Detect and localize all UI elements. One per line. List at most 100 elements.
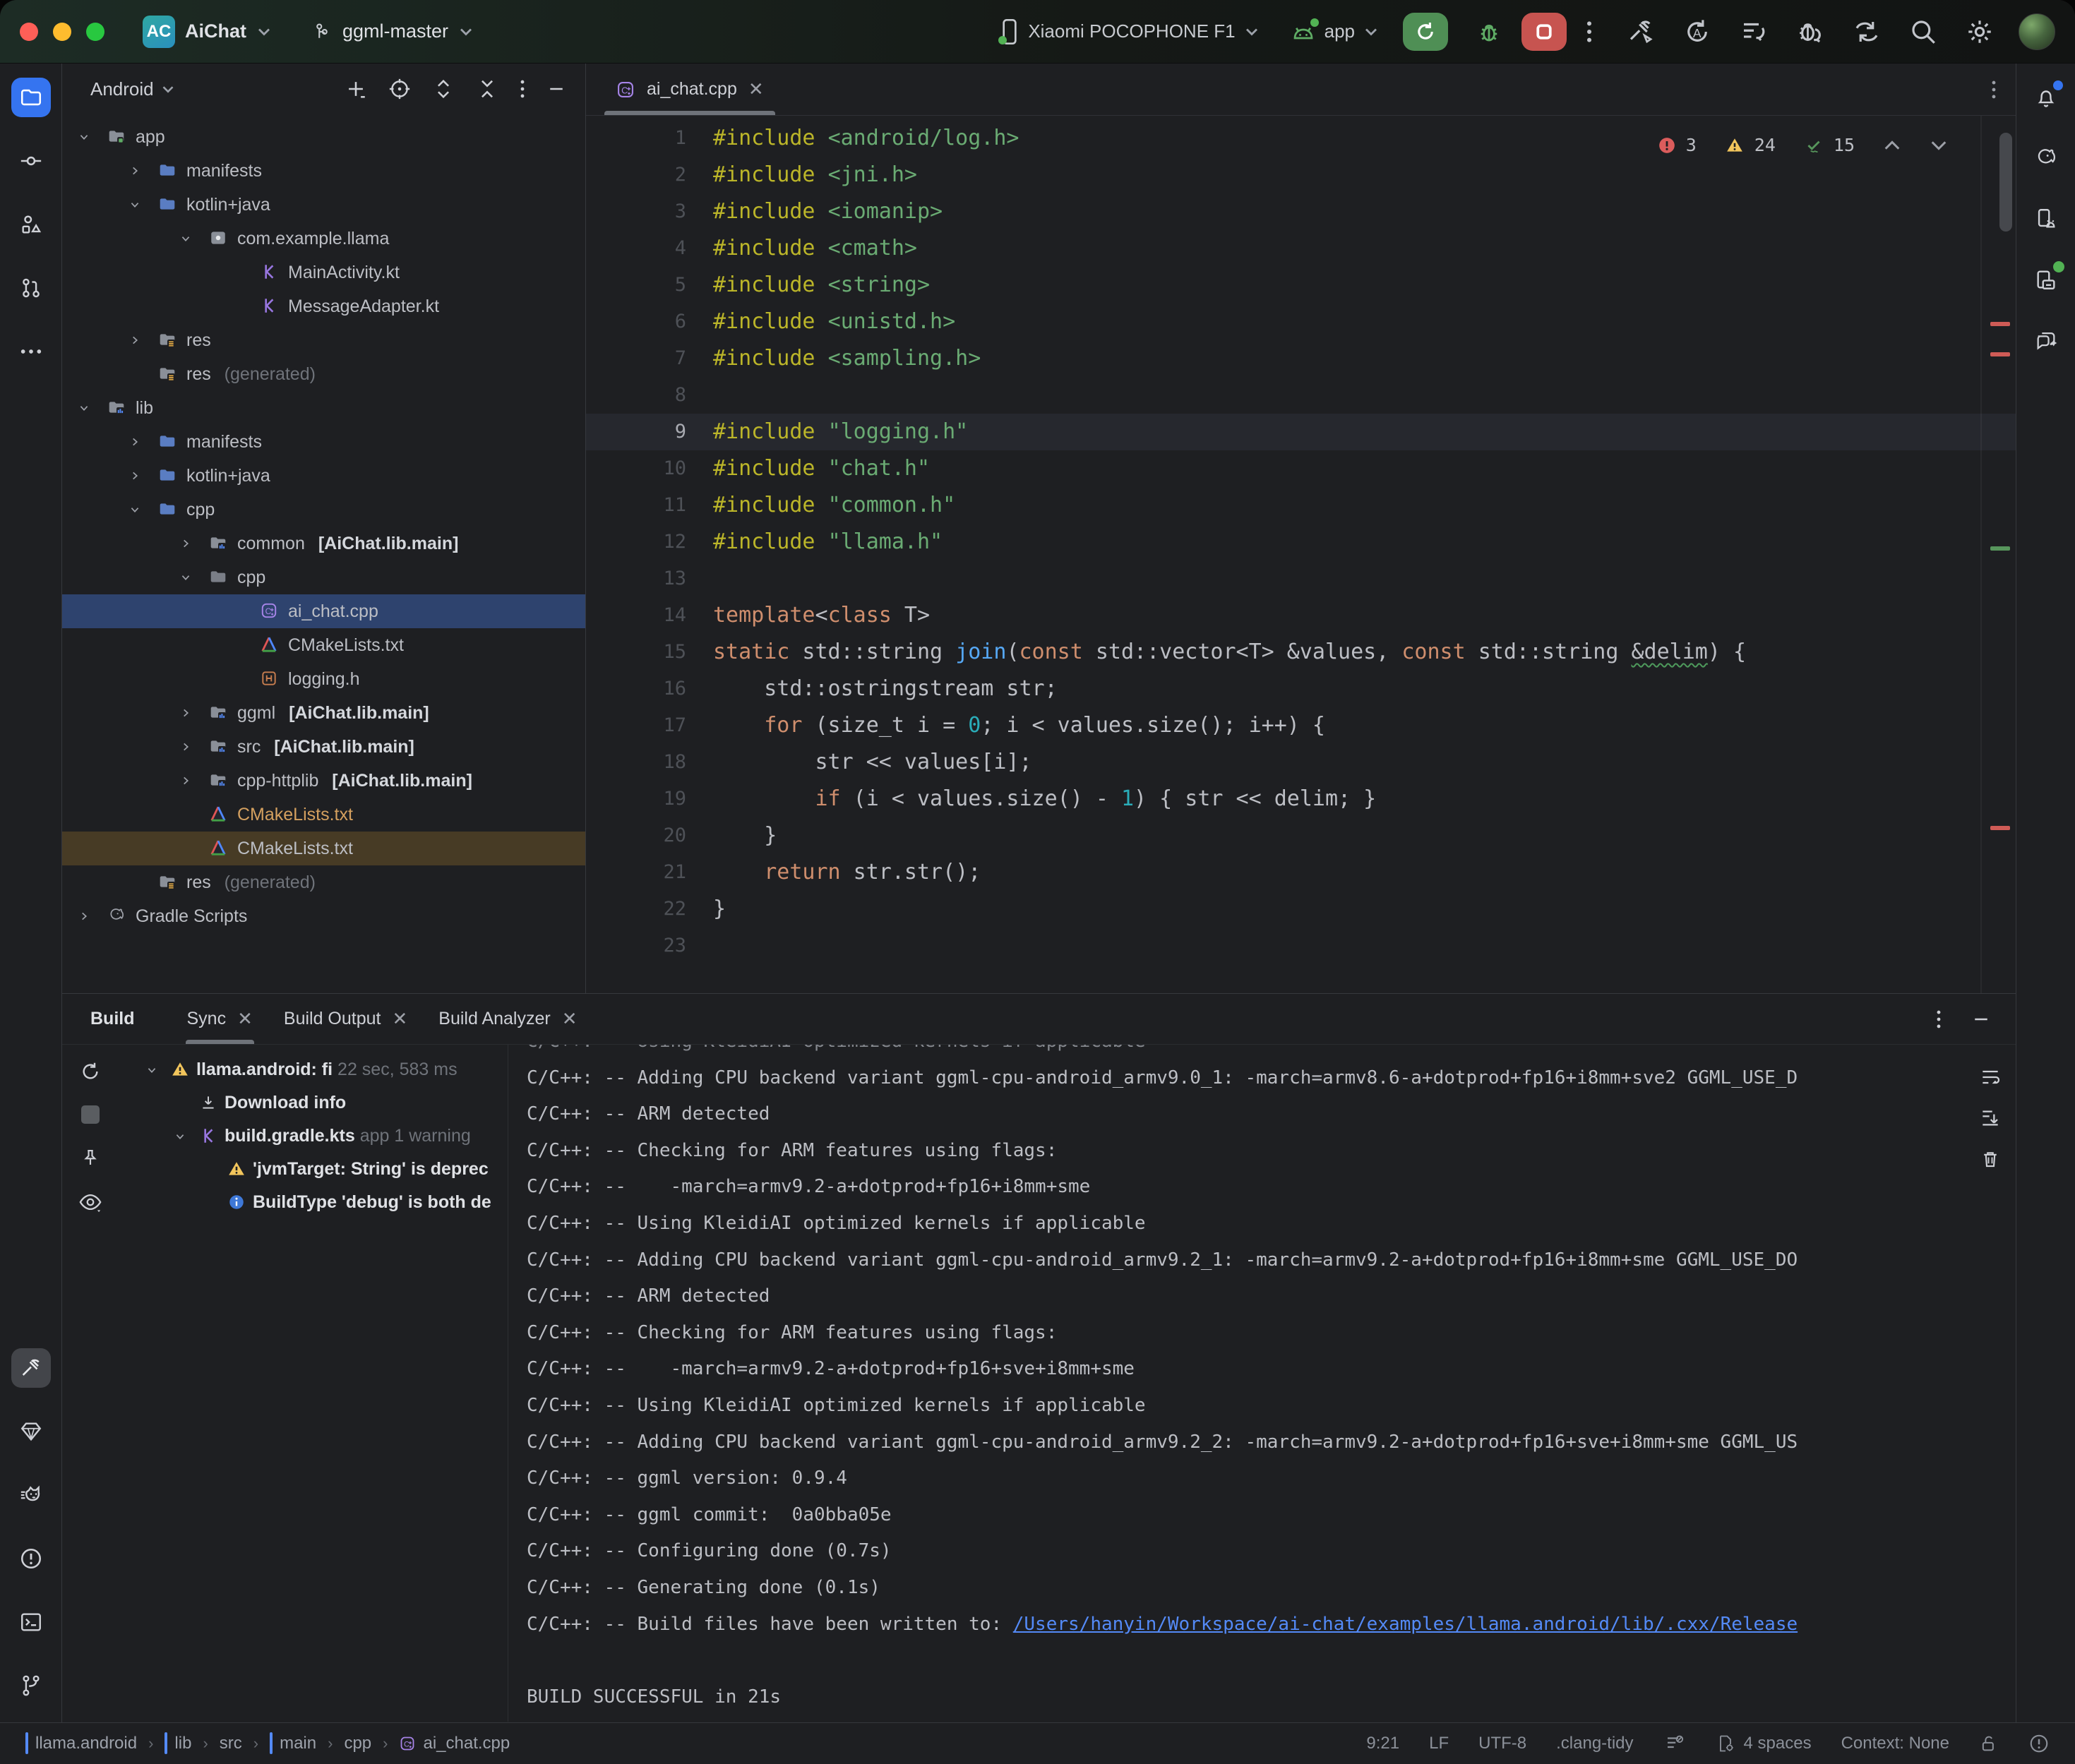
kebab-menu-icon[interactable] [1935, 1007, 1942, 1031]
gemini-tool-button[interactable] [2026, 320, 2066, 360]
tree-item-cpp[interactable]: cpp [62, 560, 585, 594]
code-line-17[interactable]: 17 for (size_t i = 0; i < values.size();… [586, 707, 2016, 744]
stop-button[interactable] [1521, 13, 1567, 51]
close-window-button[interactable] [20, 23, 38, 41]
close-tab-icon[interactable]: ✕ [748, 78, 764, 100]
ai-context-status[interactable]: Context: None [1841, 1734, 1949, 1753]
chevron-right-icon[interactable] [178, 739, 199, 755]
code-line-19[interactable]: 19 if (i < values.size() - 1) { str << d… [586, 781, 2016, 817]
add-icon[interactable] [344, 77, 368, 101]
code-line-20[interactable]: 20 } [586, 817, 2016, 854]
tree-item-cmakelists-txt[interactable]: CMakeLists.txt [62, 798, 585, 832]
tree-item-logging-h[interactable]: logging.h [62, 662, 585, 696]
code-line-5[interactable]: 5#include <string> [586, 267, 2016, 304]
line-number[interactable]: 21 [586, 854, 686, 891]
chevron-right-icon[interactable] [127, 163, 148, 179]
pin-icon[interactable] [80, 1146, 101, 1169]
build-console[interactable]: C/C++: -- Using KleidiAI optimized kerne… [508, 1045, 2016, 1722]
breadcrumb-item-lib[interactable]: lib [165, 1734, 191, 1753]
build-output-path-link[interactable]: /Users/hanyin/Workspace/ai-chat/examples… [1013, 1614, 1798, 1635]
code-line-23[interactable]: 23 [586, 928, 2016, 964]
line-number[interactable]: 10 [586, 450, 686, 487]
line-separator[interactable]: LF [1429, 1734, 1449, 1753]
run-configuration-selector[interactable]: app [1291, 20, 1379, 42]
line-number[interactable]: 19 [586, 781, 686, 817]
logcat-tool-button[interactable] [11, 1475, 51, 1515]
sync-tree-item[interactable]: Download info [119, 1086, 508, 1120]
line-number[interactable]: 6 [586, 304, 686, 340]
next-problem-icon[interactable] [1930, 139, 1948, 152]
chevron-down-icon[interactable] [127, 197, 148, 212]
line-number[interactable]: 4 [586, 230, 686, 267]
code-line-3[interactable]: 3#include <iomanip> [586, 193, 2016, 230]
code-line-12[interactable]: 12#include "llama.h" [586, 524, 2016, 560]
change-stripe-mark[interactable] [1990, 546, 2010, 551]
hide-panel-icon[interactable] [546, 77, 567, 101]
more-run-actions-button[interactable] [1585, 18, 1593, 46]
chevron-down-icon[interactable] [127, 502, 148, 517]
chevron-right-icon[interactable] [178, 536, 199, 551]
device-manager-tool-button[interactable] [2026, 199, 2066, 239]
rerun-button[interactable] [1403, 13, 1448, 51]
chevron-right-icon[interactable] [178, 773, 199, 788]
tree-item-ggml[interactable]: ggml [AiChat.lib.main] [62, 696, 585, 730]
tree-item-manifests[interactable]: manifests [62, 425, 585, 459]
tree-item-gradle-scripts[interactable]: Gradle Scripts [62, 899, 585, 933]
line-number[interactable]: 14 [586, 597, 686, 634]
settings-button[interactable] [1965, 17, 1995, 47]
code-line-14[interactable]: 14template<class T> [586, 597, 2016, 634]
clang-tidy-status[interactable]: .clang-tidy [1556, 1734, 1633, 1753]
tree-item-kotlin-java[interactable]: kotlin+java [62, 459, 585, 493]
line-number[interactable]: 5 [586, 267, 686, 304]
line-number[interactable]: 16 [586, 671, 686, 707]
collapse-all-icon[interactable] [475, 77, 499, 101]
caret-position[interactable]: 9:21 [1366, 1734, 1399, 1753]
gradle-tool-button[interactable] [2026, 138, 2066, 178]
line-number[interactable]: 11 [586, 487, 686, 524]
line-number[interactable]: 7 [586, 340, 686, 377]
chevron-down-icon[interactable] [172, 1129, 193, 1144]
tree-item-lib[interactable]: lib [62, 391, 585, 425]
debug-button[interactable] [1466, 13, 1512, 51]
pull-requests-tool-button[interactable] [11, 268, 51, 308]
attach-debugger-button[interactable] [1795, 17, 1825, 47]
tab-sync[interactable]: Sync ✕ [172, 994, 268, 1044]
refresh-icon[interactable] [79, 1060, 102, 1083]
breadcrumb-item-cpp[interactable]: cpp [344, 1734, 371, 1753]
prev-problem-icon[interactable] [1883, 139, 1901, 152]
tab-build-output[interactable]: Build Output ✕ [268, 994, 423, 1044]
line-number[interactable]: 23 [586, 928, 686, 964]
chevron-down-icon[interactable] [178, 231, 199, 246]
tree-item-messageadapter-kt[interactable]: MessageAdapter.kt [62, 289, 585, 323]
breadcrumb-item-llama-android[interactable]: llama.android [25, 1734, 137, 1753]
line-number[interactable]: 13 [586, 560, 686, 597]
apply-code-changes-button[interactable] [1739, 17, 1769, 47]
error-stripe-mark[interactable] [1990, 322, 2010, 326]
chevron-right-icon[interactable] [178, 705, 199, 721]
project-selector[interactable]: AC AiChat [143, 16, 272, 48]
tree-item-cmakelists-txt[interactable]: CMakeLists.txt [62, 628, 585, 662]
chevron-down-icon[interactable] [178, 570, 199, 585]
tree-item-res[interactable]: res [62, 323, 585, 357]
tree-item-app[interactable]: app [62, 120, 585, 154]
code-line-7[interactable]: 7#include <sampling.h> [586, 340, 2016, 377]
error-stripe-mark[interactable] [1990, 826, 2010, 830]
indent-config-button[interactable]: 4 spaces [1716, 1733, 1812, 1754]
tree-item-mainactivity-kt[interactable]: MainActivity.kt [62, 256, 585, 289]
notifications-tool-button[interactable] [2026, 78, 2066, 117]
expand-all-icon[interactable] [431, 77, 455, 101]
chevron-right-icon[interactable] [127, 468, 148, 484]
chevron-down-icon[interactable] [144, 1062, 165, 1078]
locate-file-icon[interactable] [388, 77, 412, 101]
sync-tree-item[interactable]: llama.android: fi 22 sec, 583 ms [119, 1053, 508, 1086]
inspections-widget[interactable]: 3 24 15 [1658, 127, 1948, 164]
tree-item-cpp-httplib[interactable]: cpp-httplib [AiChat.lib.main] [62, 764, 585, 798]
build-project-button[interactable] [1626, 17, 1656, 47]
vcs-branch-selector[interactable]: ggml-master [311, 20, 474, 43]
hide-panel-icon[interactable] [1971, 1007, 1992, 1031]
line-number[interactable]: 22 [586, 891, 686, 928]
code-line-8[interactable]: 8 [586, 377, 2016, 414]
code-line-11[interactable]: 11#include "common.h" [586, 487, 2016, 524]
search-everywhere-button[interactable] [1908, 17, 1938, 47]
event-log-button[interactable] [2028, 1733, 2050, 1754]
